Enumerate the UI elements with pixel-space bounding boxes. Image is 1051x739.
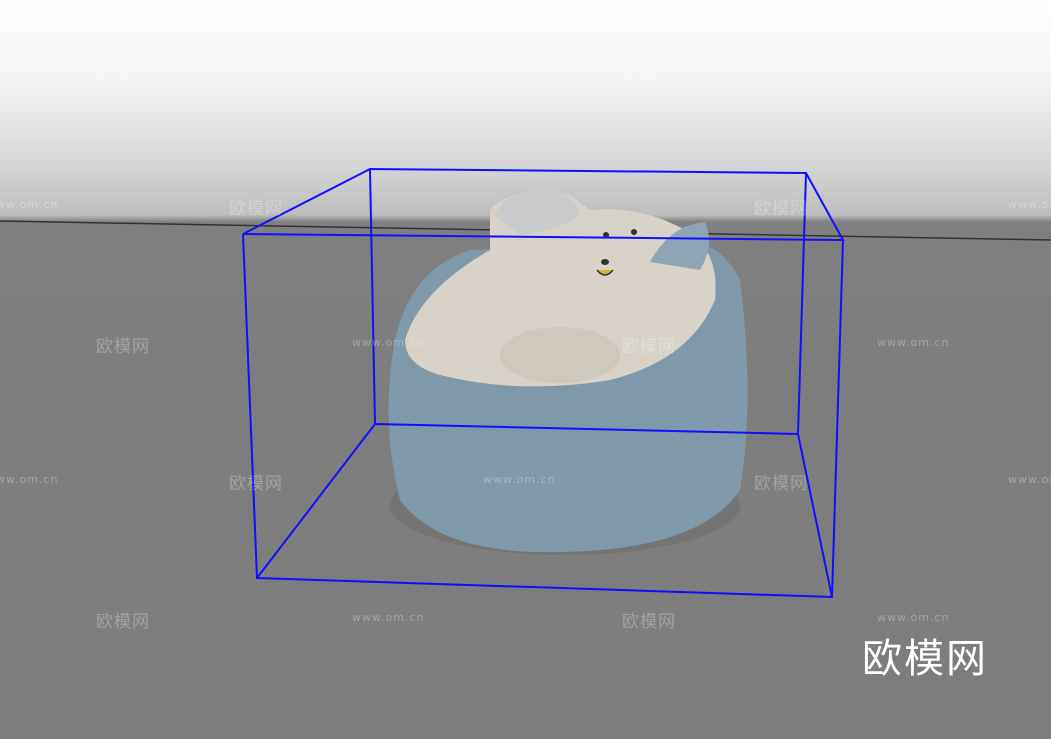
watermark-url: www.om.cn (1008, 473, 1051, 486)
watermark-url: www.om.cn (877, 62, 950, 75)
watermark-brand: 欧模网 (229, 199, 283, 219)
watermark-url: www.om.cn (877, 336, 950, 349)
watermark-brand: 欧模网 (754, 199, 808, 219)
watermark-brand: 欧模网 (622, 612, 676, 632)
site-logo: 欧模网 (862, 636, 988, 682)
watermark-url: www.om.cn (1008, 198, 1051, 211)
watermark-brand: 欧模网 (622, 337, 676, 357)
watermark-url: www.om.cn (0, 473, 59, 486)
watermark-brand: 欧模网 (96, 612, 150, 632)
watermark-url: www.om.cn (352, 611, 425, 624)
watermark-brand: 欧模网 (754, 474, 808, 494)
watermark-brand: 欧模网 (229, 474, 283, 494)
watermark-url: www.om.cn (877, 611, 950, 624)
watermark-brand: 欧模网 (96, 63, 150, 83)
bean-bag-chair (388, 190, 748, 555)
watermark-url: www.om.cn (352, 336, 425, 349)
watermark-brand: 欧模网 (96, 337, 150, 357)
watermark-url: www.om.cn (0, 198, 59, 211)
watermark-url: www.om.cn (483, 473, 556, 486)
watermark-brand: 欧模网 (622, 63, 676, 83)
watermark-url: www.om.cn (352, 62, 425, 75)
